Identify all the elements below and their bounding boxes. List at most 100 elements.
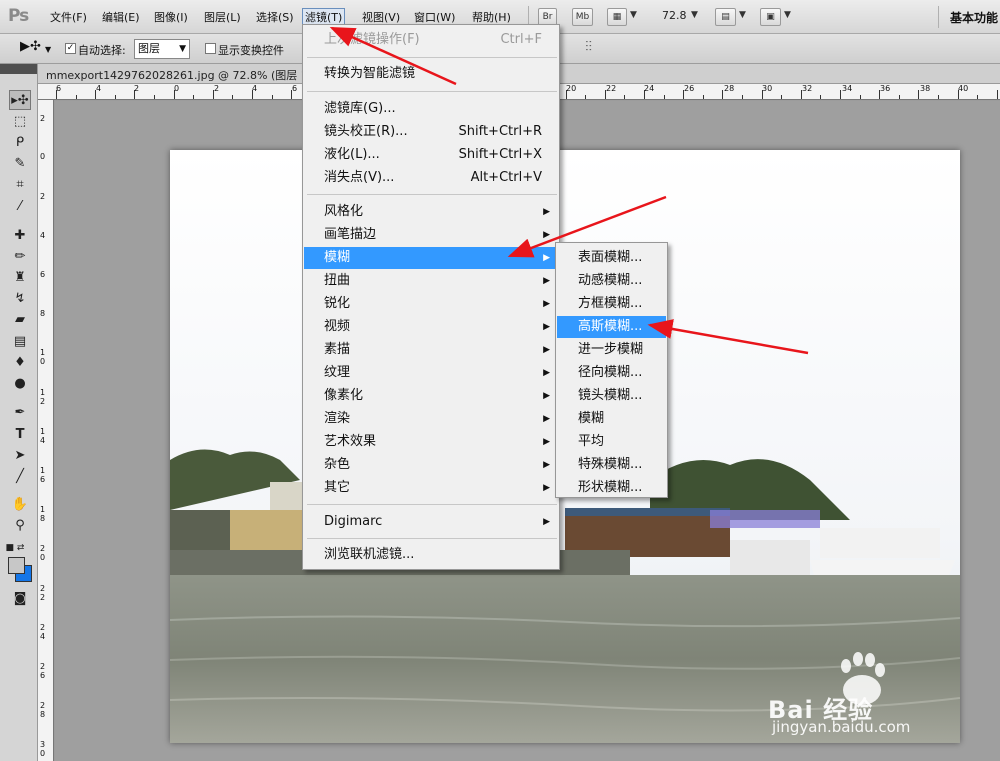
lasso-tool-icon[interactable]: ᑭ [9,133,31,153]
chevron-down-icon[interactable]: ▼ [784,10,791,20]
filter-menu-noise[interactable]: 杂色 ▶ [304,454,558,476]
blur-submenu-surface-blur[interactable]: 表面模糊... [557,247,666,269]
chevron-down-icon[interactable]: ▼ [630,10,637,20]
ruler-tick [232,95,233,99]
minibridge-button[interactable]: Mb [572,8,593,26]
filter-menu-browse-online[interactable]: 浏览联机滤镜... [304,544,558,566]
zoom-level[interactable]: 72.8 [662,9,687,22]
auto-select-target-value: 图层 [138,42,160,55]
ruler-tick [291,90,292,99]
clone-stamp-tool-icon[interactable]: ♜ [9,268,31,288]
crop-tool-icon[interactable]: ⌗ [9,175,31,195]
chevron-down-icon: ▼ [179,44,186,54]
foreground-color-swatch[interactable] [8,557,25,574]
move-tool-icon[interactable]: ▸✣ [9,90,31,110]
ruler-tick [820,95,821,99]
filter-menu-distort[interactable]: 扭曲 ▶ [304,270,558,292]
filter-menu-digimarc[interactable]: Digimarc ▶ [304,511,558,533]
filter-menu-sketch[interactable]: 素描 ▶ [304,339,558,361]
ruler-tick [977,95,978,99]
ruler-label: 20 [40,544,46,562]
filter-menu-sharpen[interactable]: 锐化 ▶ [304,293,558,315]
blur-submenu-radial-blur[interactable]: 径向模糊... [557,362,666,384]
hand-tool-icon[interactable]: ✋ [9,495,31,515]
healing-brush-tool-icon[interactable]: ✚ [9,226,31,246]
blur-submenu-average[interactable]: 平均 [557,431,666,453]
filter-menu-vanishing-point[interactable]: 消失点(V)... Alt+Ctrl+V [304,167,558,189]
tools-panel-header[interactable] [0,64,37,74]
blur-tool-icon[interactable]: ♦ [9,353,31,373]
extras-icon[interactable]: ▦ [607,8,627,26]
filter-menu-pixelate[interactable]: 像素化 ▶ [304,385,558,407]
path-selection-tool-icon[interactable]: ➤ [9,446,31,466]
quick-selection-tool-icon[interactable]: ✎ [9,154,31,174]
ruler-label: 28 [724,84,735,93]
workspace-switcher[interactable]: 基本功能 [950,9,998,26]
brush-tool-icon[interactable]: ✏ [9,247,31,267]
shortcut-label: Ctrl+F [500,32,542,47]
filter-menu-stylize[interactable]: 风格化 ▶ [304,201,558,223]
ruler-label: 8 [40,309,46,318]
pen-tool-icon[interactable]: ✒ [9,403,31,423]
ruler-label: 24 [644,84,655,93]
menu-edit[interactable]: 编辑(E) [100,9,142,27]
chevron-down-icon[interactable]: ▼ [739,10,746,20]
filter-menu-item-label: 像素化 [324,388,364,403]
quick-mask-icon[interactable]: ◙ [9,589,31,609]
auto-select-checkbox[interactable]: ✓ [65,43,76,54]
dodge-tool-icon[interactable]: ● [9,374,31,394]
type-tool-icon[interactable]: T [9,425,31,445]
move-tool-icon[interactable]: ▶✣ [20,39,41,54]
ruler-label: 22 [606,84,617,93]
ruler-label: 2 [40,192,46,201]
ruler-tick [252,90,253,99]
show-transform-checkbox[interactable] [205,43,216,54]
menu-file[interactable]: 文件(F) [48,9,89,27]
filter-menu-item-label: 素描 [324,342,351,357]
blur-submenu-motion-blur[interactable]: 动感模糊... [557,270,666,292]
blur-submenu-gaussian-blur[interactable]: 高斯模糊... [557,316,666,338]
eyedropper-tool-icon[interactable]: ⁄ [9,197,31,217]
filter-menu-render[interactable]: 渲染 ▶ [304,408,558,430]
history-brush-tool-icon[interactable]: ↯ [9,289,31,309]
blur-submenu-shape-blur[interactable]: 形状模糊... [557,477,666,499]
line-tool-icon[interactable]: ╱ [9,467,31,487]
filter-menu-lens-correction[interactable]: 镜头校正(R)... Shift+Ctrl+R [304,121,558,143]
blur-submenu-box-blur[interactable]: 方框模糊... [557,293,666,315]
blur-submenu-lens-blur[interactable]: 镜头模糊... [557,385,666,407]
menu-layer[interactable]: 图层(L) [202,9,243,27]
filter-menu-filter-gallery[interactable]: 滤镜库(G)... [304,98,558,120]
menu-select[interactable]: 选择(S) [254,9,296,27]
menu-image[interactable]: 图像(I) [152,9,190,27]
ruler-tick [762,90,763,99]
default-colors-icon[interactable]: ■ ⇄ [4,538,26,558]
ruler-label: 32 [802,84,813,93]
blur-submenu-blur[interactable]: 模糊 [557,408,666,430]
filter-menu-video[interactable]: 视频 ▶ [304,316,558,338]
marquee-tool-icon[interactable]: ⬚ [9,112,31,132]
distribute-icon[interactable]: ⫶⫶ [585,39,592,55]
tool-preset-dropdown-icon[interactable]: ▼ [45,45,51,54]
blur-submenu-smart-blur[interactable]: 特殊模糊... [557,454,666,476]
gradient-tool-icon[interactable]: ▤ [9,332,31,352]
eraser-tool-icon[interactable]: ▰ [9,310,31,330]
submenu-arrow-icon: ▶ [543,299,550,309]
arrange-documents-icon[interactable]: ▤ [715,8,736,26]
filter-menu-other[interactable]: 其它 ▶ [304,477,558,499]
filter-menu-blur[interactable]: 模糊 ▶ [304,247,558,269]
filter-menu-item-label: 风格化 [324,204,364,219]
filter-menu-texture[interactable]: 纹理 ▶ [304,362,558,384]
filter-menu-artistic[interactable]: 艺术效果 ▶ [304,431,558,453]
filter-menu-convert-smart-filter[interactable]: 转换为智能滤镜 [304,63,558,85]
filter-menu-liquify[interactable]: 液化(L)... Shift+Ctrl+X [304,144,558,166]
filter-menu-brush-strokes[interactable]: 画笔描边 ▶ [304,224,558,246]
zoom-dropdown-icon[interactable]: ▼ [691,10,698,20]
filter-menu-item-label: 扭曲 [324,273,351,288]
screen-mode-icon[interactable]: ▣ [760,8,781,26]
blur-submenu-blur-more[interactable]: 进一步模糊 [557,339,666,361]
auto-select-target-select[interactable]: 图层 ▼ [134,39,190,59]
filter-menu-item-label: 模糊 [324,250,351,265]
ruler-label: 30 [762,84,773,93]
zoom-tool-icon[interactable]: ⚲ [9,516,31,536]
filter-menu-dropdown: 上次滤镜操作(F) Ctrl+F 转换为智能滤镜 滤镜库(G)... 镜头校正(… [302,24,560,570]
